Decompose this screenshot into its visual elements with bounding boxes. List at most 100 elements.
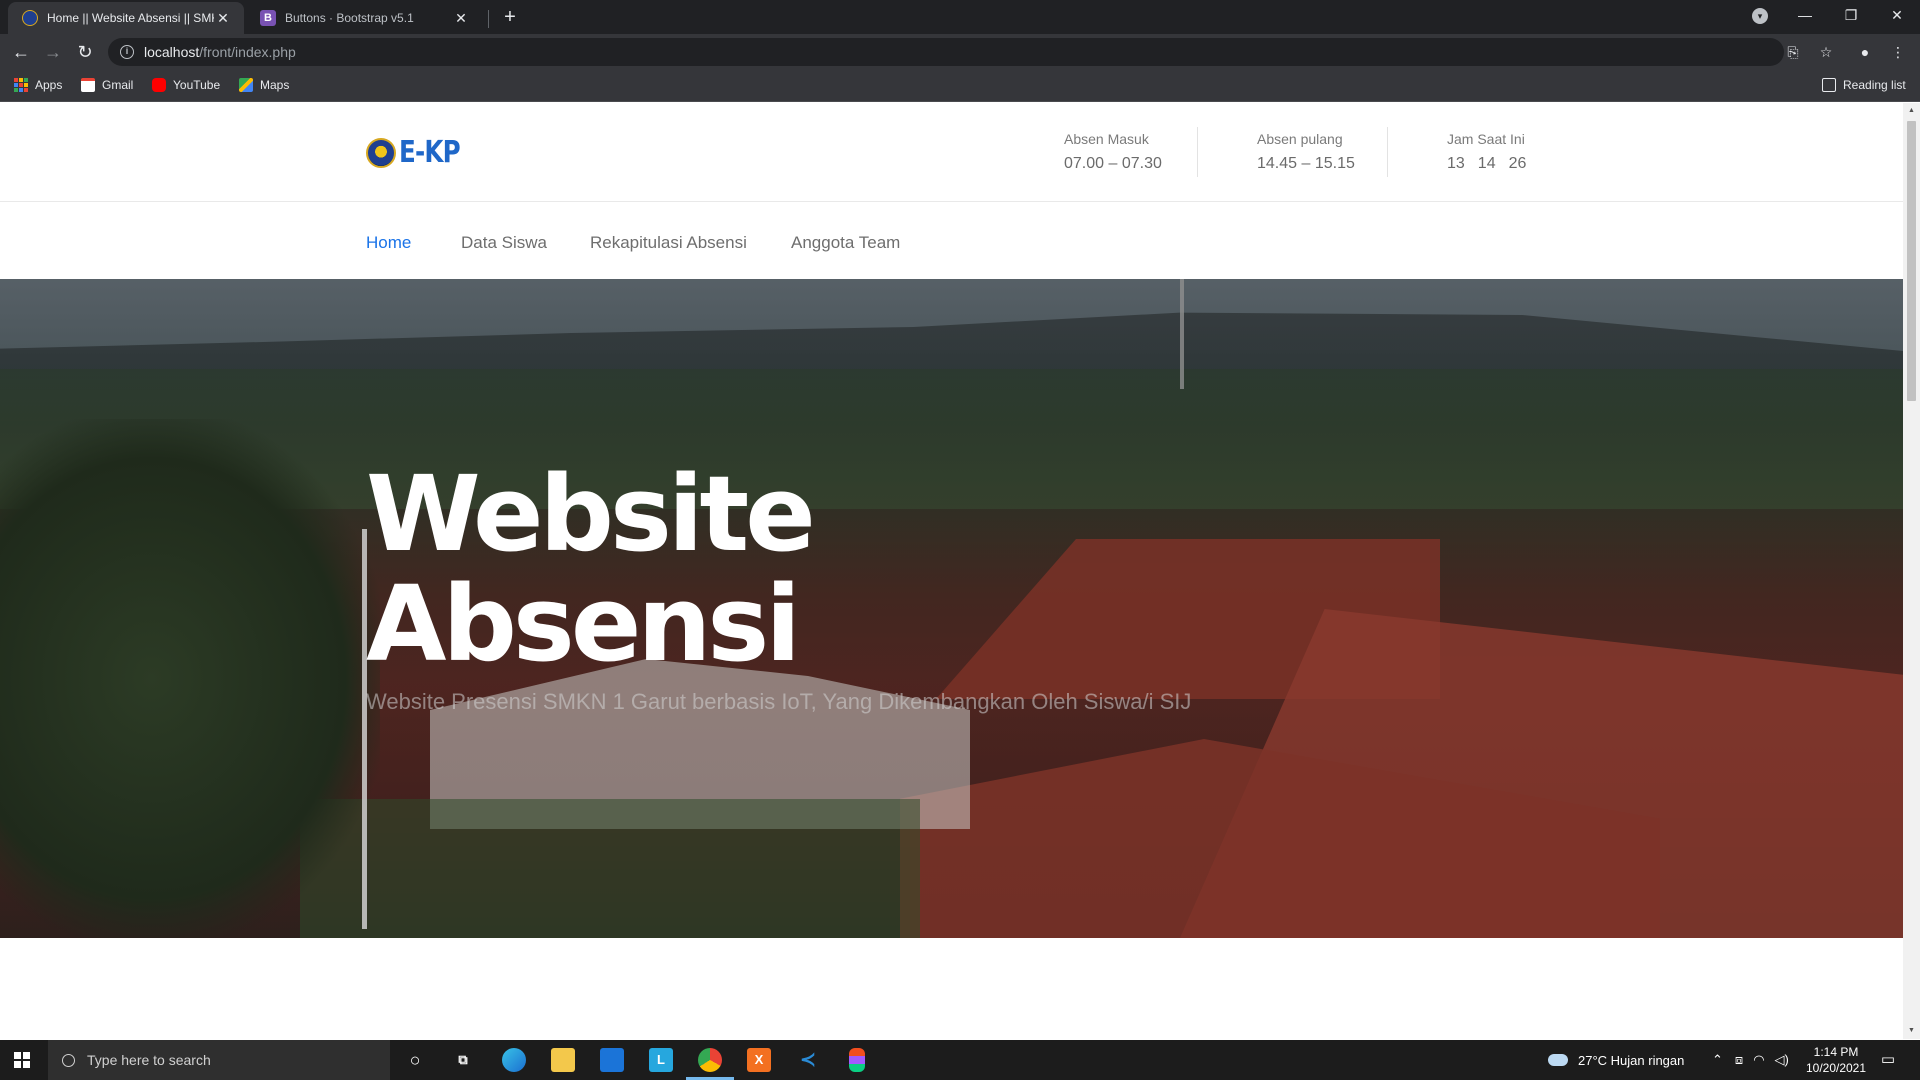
url-host: localhost	[144, 44, 200, 60]
windows-start-icon[interactable]	[14, 1052, 30, 1068]
task-view-icon[interactable]: ⧉	[451, 1048, 475, 1072]
hero-background-tower	[1180, 279, 1184, 389]
bookmarks-bar: Apps Gmail YouTube Maps Reading list	[0, 70, 1920, 102]
laragon-icon[interactable]: L	[649, 1048, 673, 1072]
search-icon	[62, 1053, 75, 1067]
hero-title: Website Absensi	[366, 453, 816, 685]
school-emblem-icon	[366, 137, 396, 168]
logo-text: E-KP	[399, 135, 461, 170]
cortana-icon[interactable]: ○	[403, 1048, 427, 1072]
new-tab-button[interactable]: +	[497, 4, 523, 30]
reading-list-button[interactable]: Reading list	[1822, 78, 1906, 92]
back-arrow-icon[interactable]: ←	[9, 40, 33, 64]
clock-minutes: 14	[1477, 155, 1496, 172]
volume-icon[interactable]: ◁)	[1775, 1052, 1789, 1068]
site-logo[interactable]: E-KP	[366, 135, 473, 170]
tab-title: Home || Website Absensi || SMKN	[47, 11, 214, 25]
bookmark-apps[interactable]: Apps	[14, 78, 62, 92]
weather-widget[interactable]: 27°C Hujan ringan	[1548, 1040, 1684, 1080]
hero-subtitle: Website Presensi SMKN 1 Garut berbasis I…	[366, 689, 1192, 714]
file-explorer-icon[interactable]	[551, 1048, 575, 1072]
xampp-icon[interactable]: X	[747, 1048, 771, 1072]
apps-grid-icon	[14, 78, 28, 92]
url-path: /front/index.php	[199, 44, 296, 60]
divider	[1387, 127, 1388, 177]
hero-title-line1: Website	[366, 453, 816, 575]
bookmark-gmail[interactable]: Gmail	[81, 78, 133, 92]
maps-icon	[239, 78, 253, 92]
weather-text: 27°C Hujan ringan	[1578, 1052, 1685, 1068]
bookmark-label: Gmail	[102, 78, 134, 92]
jam-saat-ini-info: Jam Saat Ini 13 14 26	[1447, 131, 1526, 173]
nav-data-siswa[interactable]: Data Siswa	[461, 233, 547, 253]
bookmark-youtube[interactable]: YouTube	[152, 78, 220, 92]
bookmark-label: Maps	[260, 78, 290, 92]
scrollbar-thumb[interactable]	[1907, 121, 1916, 401]
gmail-icon	[81, 78, 95, 92]
clock-seconds: 26	[1508, 155, 1527, 172]
translate-icon[interactable]: ⎘	[1784, 43, 1802, 61]
clock-hours: 13	[1447, 155, 1465, 172]
edge-icon[interactable]	[502, 1048, 526, 1072]
site-navbar: Home Data Siswa Rekapitulasi Absensi Ang…	[0, 203, 1903, 279]
bookmark-label: YouTube	[173, 78, 221, 92]
cloud-rain-icon	[1548, 1054, 1568, 1066]
browser-tab-strip: Home || Website Absensi || SMKN ✕ B Butt…	[0, 0, 1920, 34]
close-tab-icon[interactable]: ✕	[452, 10, 470, 27]
tab-bootstrap-buttons[interactable]: B Buttons · Bootstrap v5.1 ✕	[246, 2, 482, 34]
page-scrollbar[interactable]: ▲ ▼	[1903, 103, 1920, 1039]
tab-search-icon[interactable]: ▾	[1752, 8, 1768, 24]
minimize-icon[interactable]: —	[1782, 0, 1828, 30]
restore-icon[interactable]: ❐	[1828, 0, 1874, 30]
tab-divider	[488, 10, 489, 28]
close-window-icon[interactable]: ✕	[1874, 0, 1920, 30]
system-tray: ⌃ ⧈ ◠ ◁)	[1712, 1040, 1789, 1080]
school-emblem-icon	[22, 10, 38, 26]
search-placeholder: Type here to search	[87, 1052, 211, 1068]
hero-title-line2: Absensi	[366, 563, 801, 685]
close-tab-icon[interactable]: ✕	[214, 10, 232, 27]
scroll-up-icon[interactable]: ▲	[1907, 107, 1916, 114]
tab-website-absensi[interactable]: Home || Website Absensi || SMKN ✕	[8, 2, 244, 34]
hero-banner: Website Absensi Website Presensi SMKN 1 …	[0, 279, 1903, 938]
absen-masuk-label: Absen Masuk	[1064, 131, 1149, 147]
address-bar[interactable]: i localhost/front/index.php	[108, 38, 1784, 66]
absen-pulang-value: 14.45 – 15.15	[1257, 155, 1355, 172]
hero-background-tree	[0, 419, 380, 938]
nav-rekapitulasi-absensi[interactable]: Rekapitulasi Absensi	[590, 233, 747, 253]
vscode-icon[interactable]: ≺	[796, 1048, 820, 1072]
live-clock: 13 14 26	[1447, 155, 1526, 173]
youtube-icon	[152, 78, 166, 92]
absen-pulang-info: Absen pulang 14.45 – 15.15	[1257, 131, 1355, 173]
bookmark-star-icon[interactable]: ☆	[1817, 43, 1835, 61]
chrome-icon[interactable]	[698, 1048, 722, 1072]
reading-list-label: Reading list	[1843, 78, 1906, 92]
show-hidden-icons-icon[interactable]: ⌃	[1712, 1052, 1723, 1068]
taskbar-search-input[interactable]: Type here to search	[48, 1040, 390, 1080]
wifi-icon[interactable]: ◠	[1753, 1052, 1764, 1068]
bookmark-maps[interactable]: Maps	[239, 78, 289, 92]
browser-toolbar: ← → ↻ i localhost/front/index.php ⎘ ☆ ● …	[0, 34, 1920, 70]
nav-home[interactable]: Home	[366, 233, 411, 253]
menu-kebab-icon[interactable]: ⋮	[1889, 43, 1907, 61]
meet-now-icon[interactable]: ⧈	[1735, 1052, 1743, 1068]
absen-masuk-value: 07.00 – 07.30	[1064, 155, 1162, 172]
windows-taskbar: Type here to search ○ ⧉ L X ≺ 27°C Hujan…	[0, 1040, 1920, 1080]
divider	[1197, 127, 1198, 177]
nav-anggota-team[interactable]: Anggota Team	[791, 233, 900, 253]
taskbar-clock[interactable]: 1:14 PM 10/20/2021	[1800, 1044, 1872, 1076]
reading-list-icon	[1822, 78, 1836, 92]
site-header: E-KP Absen Masuk 07.00 – 07.30 Absen pul…	[0, 103, 1903, 202]
forward-arrow-icon[interactable]: →	[41, 40, 65, 64]
web-page: E-KP Absen Masuk 07.00 – 07.30 Absen pul…	[0, 103, 1903, 1039]
scroll-down-icon[interactable]: ▼	[1907, 1027, 1916, 1034]
mail-icon[interactable]	[600, 1048, 624, 1072]
site-info-icon[interactable]: i	[120, 45, 134, 59]
profile-icon[interactable]: ●	[1856, 43, 1874, 61]
reload-icon[interactable]: ↻	[73, 40, 97, 64]
jam-label: Jam Saat Ini	[1447, 131, 1525, 147]
bootstrap-icon: B	[260, 10, 276, 26]
absen-masuk-info: Absen Masuk 07.00 – 07.30	[1064, 131, 1162, 173]
figma-icon[interactable]	[849, 1048, 865, 1072]
notification-icon[interactable]: ▭	[1876, 1048, 1900, 1072]
